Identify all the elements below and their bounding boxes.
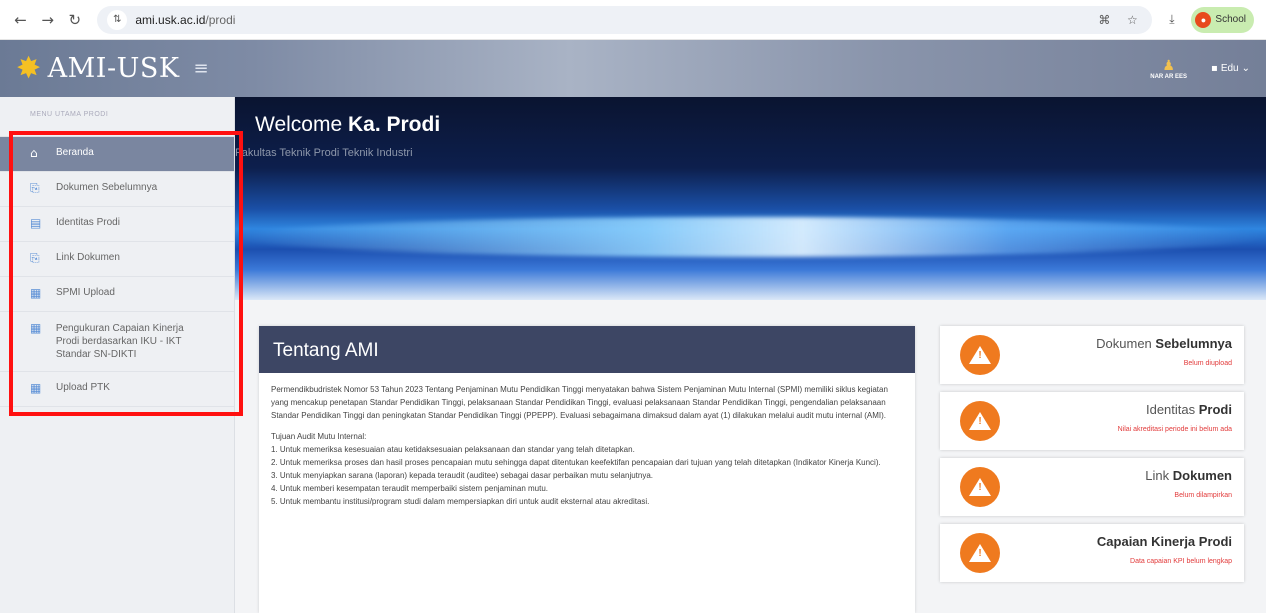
goal-item: 3. Untuk menyiapkan sarana (laporan) kep…: [271, 471, 654, 480]
status-card-capaian-kinerja[interactable]: ! Capaian Kinerja Prodi Data capaian KPI…: [940, 524, 1244, 582]
about-ami-title: Tentang AMI: [259, 326, 915, 373]
status-card-title: Capaian Kinerja Prodi: [1096, 534, 1232, 549]
status-card-note: Data capaian KPI belum lengkap: [1130, 558, 1232, 565]
welcome-title: Welcome Ka. Prodi: [255, 113, 441, 136]
forward-icon[interactable]: →: [39, 11, 56, 29]
about-ami-body: Permendikbudristek Nomor 53 Tahun 2023 T…: [259, 373, 915, 518]
status-card-title: Link Dokumen: [1145, 468, 1232, 483]
goal-item: 4. Untuk memberi kesempatan teraudit mem…: [271, 484, 549, 493]
warning-icon: !: [960, 335, 1000, 375]
goal-item: 5. Untuk membantu institusi/program stud…: [271, 497, 650, 506]
banner-wave-decoration: [235, 217, 1266, 257]
goals-title: Tujuan Audit Mutu Internal:: [271, 432, 367, 441]
notification-button[interactable]: ♟ NAR AR EES: [1150, 58, 1187, 80]
notification-label: NAR AR EES: [1150, 73, 1188, 80]
reload-icon[interactable]: ↻: [66, 11, 83, 29]
star-logo-icon: ✸: [16, 51, 42, 86]
app-name: AMI-USK: [47, 53, 180, 84]
user-avatar-icon: ▪: [1211, 63, 1218, 74]
profile-label: School: [1215, 14, 1246, 25]
bookmark-star-icon[interactable]: ☆: [1122, 10, 1142, 30]
status-card-note: Belum diupload: [1183, 360, 1232, 367]
status-card-link-dokumen[interactable]: ! Link Dokumen Belum dilampirkan: [940, 458, 1244, 516]
chevron-down-icon: ⌄: [1241, 63, 1250, 74]
about-paragraph: Permendikbudristek Nomor 53 Tahun 2023 T…: [271, 385, 888, 420]
profile-avatar-icon: ●: [1195, 11, 1212, 28]
browser-toolbar: ← → ↻ ⇅ ami.usk.ac.id/prodi ⌘ ☆ ⤓ ● Scho…: [0, 0, 1266, 40]
user-menu[interactable]: ▪ Edu ⌄: [1211, 63, 1250, 74]
hamburger-menu-icon[interactable]: ≡: [194, 58, 209, 79]
welcome-banner: Welcome Ka. Prodi Fakultas Teknik Prodi …: [235, 97, 1266, 300]
welcome-subtitle: Fakultas Teknik Prodi Teknik Industri: [235, 147, 413, 159]
download-icon[interactable]: ⤓: [1162, 10, 1181, 30]
goal-item: 1. Untuk memeriksa kesesuaian atau ketid…: [271, 445, 635, 454]
status-card-note: Belum dilampirkan: [1174, 492, 1232, 499]
warning-icon: !: [960, 401, 1000, 441]
profile-chip[interactable]: ● School: [1191, 6, 1254, 33]
app-logo[interactable]: ✸ AMI-USK: [16, 51, 180, 86]
user-name: Edu: [1220, 63, 1239, 74]
warning-icon: !: [960, 467, 1000, 507]
about-ami-card: Tentang AMI Permendikbudristek Nomor 53 …: [259, 326, 915, 613]
user-group-icon: ♟: [1162, 57, 1175, 74]
translate-icon[interactable]: ⌘: [1094, 10, 1114, 30]
back-icon[interactable]: ←: [12, 11, 29, 29]
url-text[interactable]: ami.usk.ac.id/prodi: [135, 13, 235, 27]
address-bar[interactable]: ⇅ ami.usk.ac.id/prodi ⌘ ☆: [97, 5, 1153, 34]
goal-item: 2. Untuk memeriksa proses dan hasil pros…: [271, 458, 881, 467]
status-card-dokumen-sebelumnya[interactable]: ! Dokumen Sebelumnya Belum diupload: [940, 326, 1244, 384]
app-header: ✸ AMI-USK ≡ ♟ NAR AR EES ▪ Edu ⌄: [0, 40, 1266, 97]
status-card-title: Dokumen Sebelumnya: [1096, 336, 1232, 351]
warning-icon: !: [960, 533, 1000, 573]
status-card-identitas-prodi[interactable]: ! Identitas Prodi Nilai akreditasi perio…: [940, 392, 1244, 450]
status-card-title: Identitas Prodi: [1145, 402, 1232, 417]
status-card-note: Nilai akreditasi periode ini belum ada: [1117, 426, 1232, 433]
highlight-box: [9, 131, 243, 416]
site-info-icon[interactable]: ⇅: [107, 9, 128, 30]
